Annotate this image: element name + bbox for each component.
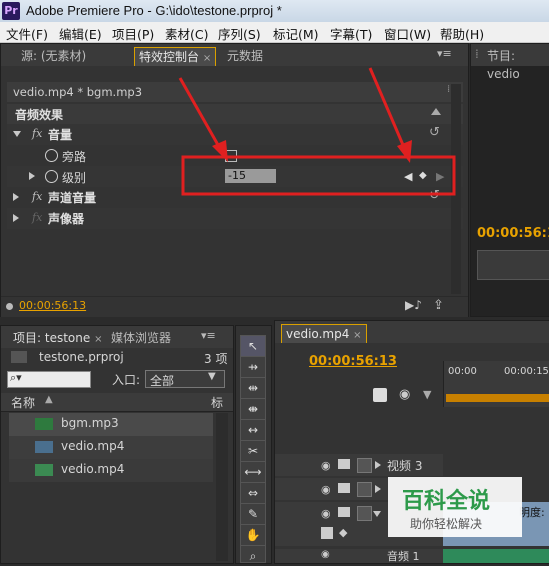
annotation-arrowhead-right xyxy=(397,140,412,163)
annotation-highlight-box xyxy=(181,155,456,196)
annotation-overlay xyxy=(178,67,456,196)
annotation-arrowhead-left xyxy=(212,140,228,162)
annotation-arrow-left xyxy=(178,77,224,153)
annotation-arrow-right xyxy=(368,67,408,153)
